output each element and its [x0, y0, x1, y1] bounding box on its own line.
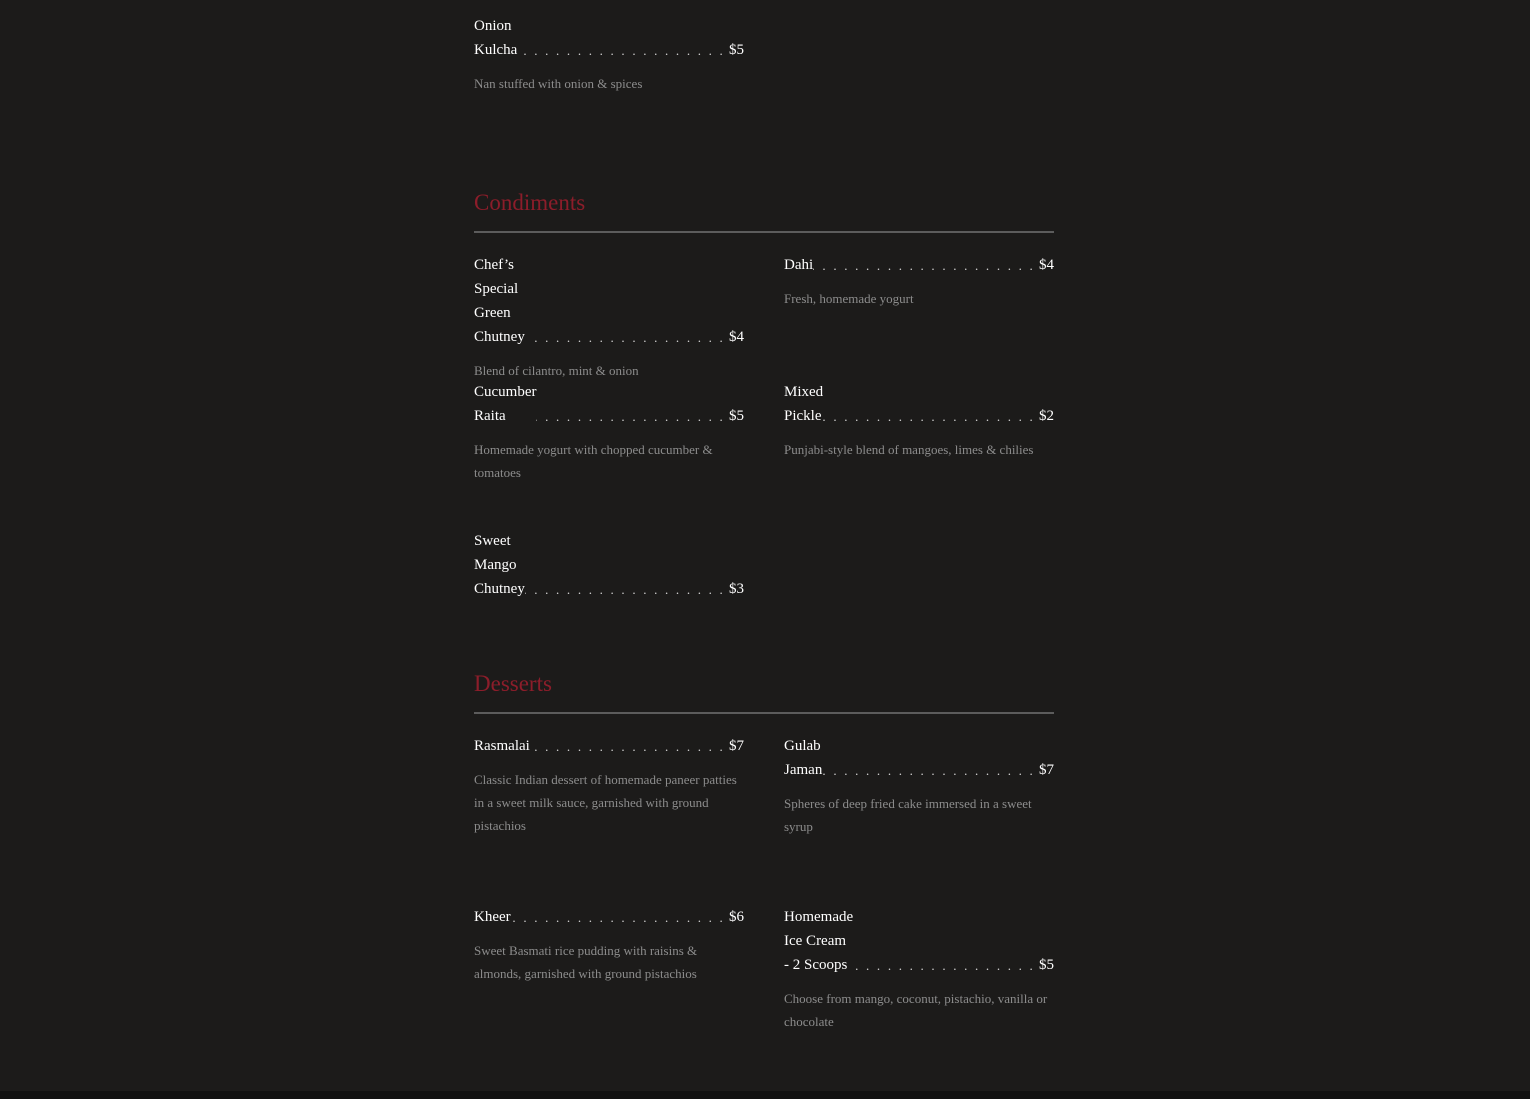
dot-leader: [528, 327, 729, 349]
item-name: Mixed Pickle: [784, 384, 824, 424]
item-description: Nan stuffed with onion & spices: [474, 76, 643, 91]
menu-item-dahi: Dahi $4 Fresh, homemade yogurt: [784, 253, 1054, 310]
dot-leader: [823, 406, 1039, 428]
menu-item-rasmalai: Rasmalai $7 Classic Indian dessert of ho…: [474, 734, 744, 837]
item-price: $7: [729, 738, 744, 754]
dot-leader: [822, 760, 1039, 782]
menu-item-kheer: Kheer $6 Sweet Basmati rice pudding with…: [474, 905, 744, 985]
item-description: Homemade yogurt with chopped cucumber & …: [474, 442, 713, 480]
menu-item-gulab-jaman: Gulab Jaman $7 Spheres of deep fried cak…: [784, 734, 1054, 838]
section-divider: [474, 231, 1054, 233]
dot-leader: [813, 255, 1039, 277]
dot-leader: [525, 579, 729, 601]
item-price: $3: [729, 581, 744, 597]
menu-item-mixed-pickle: Mixed Pickle $2 Punjabi-style blend of m…: [784, 380, 1054, 461]
menu-item-onion-kulcha: Onion Kulcha $5 Nan stuffed with onion &…: [474, 14, 744, 95]
menu-item-homemade-ice-cream: Homemade Ice Cream - 2 Scoops $5 Choose …: [784, 905, 1054, 1033]
item-description: Sweet Basmati rice pudding with raisins …: [474, 943, 698, 981]
item-description: Classic Indian dessert of homemade panee…: [474, 772, 737, 833]
dot-leader: [517, 40, 729, 62]
section-title-condiments: Condiments: [474, 190, 586, 215]
item-description: Choose from mango, coconut, pistachio, v…: [784, 991, 1048, 1029]
item-description: Blend of cilantro, mint & onion: [474, 363, 639, 378]
item-name: Chef’s Special Green Chutney: [474, 257, 525, 345]
item-price: $4: [729, 329, 744, 345]
item-name: Dahi: [784, 257, 814, 273]
menu-item-cucumber-raita: Cucumber Raita $5 Homemade yogurt with c…: [474, 380, 744, 484]
item-price: $7: [1039, 762, 1054, 778]
item-name: Homemade Ice Cream - 2 Scoops: [784, 909, 854, 973]
item-description: Spheres of deep fried cake immersed in a…: [784, 796, 1032, 834]
item-price: $6: [729, 909, 744, 925]
item-price: $4: [1039, 257, 1054, 273]
menu-item-green-chutney: Chef’s Special Green Chutney $4 Blend of…: [474, 253, 744, 382]
item-name: Sweet Mango Chutney: [474, 533, 525, 597]
section-title-desserts: Desserts: [474, 671, 552, 696]
item-price: $2: [1039, 408, 1054, 424]
section-divider: [474, 712, 1054, 714]
footer-bar: [0, 1091, 1530, 1099]
item-price: $5: [1039, 957, 1054, 973]
item-name: Gulab Jaman: [784, 738, 823, 778]
item-price: $5: [729, 42, 744, 58]
dot-leader: [536, 406, 729, 428]
dot-leader: [530, 736, 729, 758]
item-description: Fresh, homemade yogurt: [784, 291, 914, 306]
dot-leader: [511, 907, 729, 929]
item-price: $5: [729, 408, 744, 424]
item-name: Cucumber Raita: [474, 384, 537, 424]
item-name: Kheer: [474, 909, 511, 925]
menu-item-sweet-mango-chutney: Sweet Mango Chutney $3: [474, 529, 744, 601]
item-name: Onion Kulcha: [474, 18, 518, 58]
dot-leader: [853, 955, 1039, 977]
item-description: Punjabi-style blend of mangoes, limes & …: [784, 442, 1034, 457]
item-name: Rasmalai: [474, 738, 530, 754]
